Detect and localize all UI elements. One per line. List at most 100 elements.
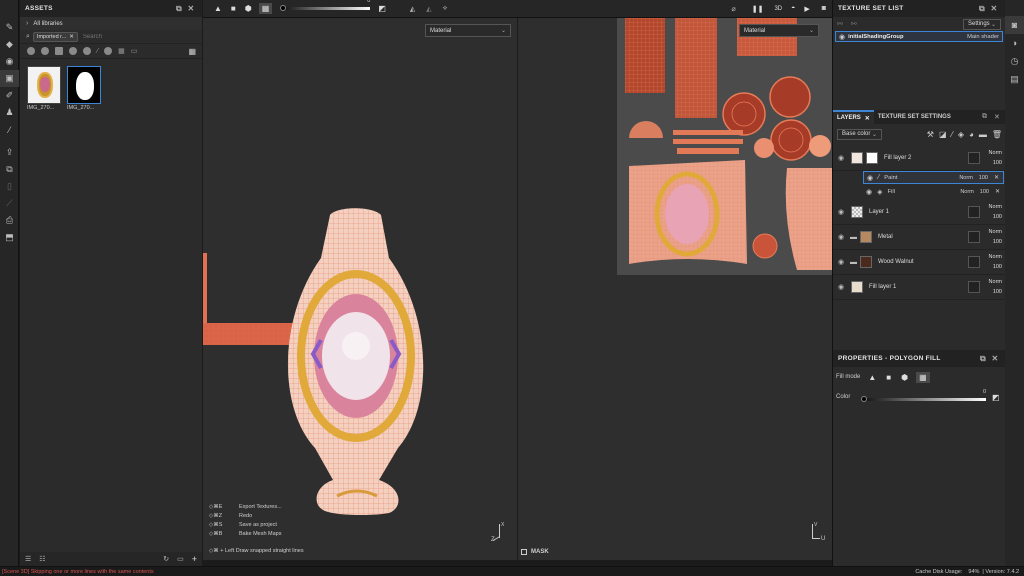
viewport-3d[interactable]: Material ⌄ ◇⌘E Export Textures... ◇⌘Z Redo bbox=[203, 18, 517, 560]
geometry-mask-icon[interactable]: ⧉ bbox=[0, 161, 19, 178]
add-effect-icon[interactable]: ⚒ bbox=[927, 130, 934, 139]
eye-icon[interactable]: ◉ bbox=[839, 33, 845, 41]
blend-mode[interactable]: Norm bbox=[989, 277, 1002, 287]
fill-triangle-icon[interactable]: ▲ bbox=[214, 4, 222, 13]
eraser-icon[interactable]: ◆ bbox=[0, 36, 19, 53]
paint-brush-icon[interactable]: ✎ bbox=[0, 19, 19, 36]
import-list-icon[interactable]: ☰ bbox=[25, 555, 31, 563]
undock-icon[interactable]: ⧉ bbox=[173, 4, 185, 14]
close-icon[interactable]: ✕ bbox=[994, 174, 999, 181]
folder-icon[interactable]: ▭ bbox=[177, 555, 184, 563]
grid-view-icon[interactable]: ▦ bbox=[188, 47, 196, 56]
close-chip-icon[interactable]: ✕ bbox=[69, 34, 74, 40]
history-icon[interactable]: ◷ bbox=[1005, 52, 1024, 70]
trash-tool-icon[interactable]: ▯ bbox=[0, 178, 19, 195]
blend-mode[interactable]: Norm bbox=[989, 202, 1002, 212]
fill-triangle-icon[interactable]: ▲ bbox=[868, 373, 876, 382]
symmetry-icon[interactable]: ◭ bbox=[410, 5, 415, 13]
mask-toggle[interactable]: MASK bbox=[521, 549, 549, 555]
refresh-icon[interactable]: ↻ bbox=[163, 555, 169, 563]
smudge-icon[interactable]: ✐ bbox=[0, 87, 19, 104]
layer-row[interactable]: ◉ ▬ Wood Walnut Norm 100 bbox=[833, 250, 1006, 275]
display-settings-icon[interactable]: ◙ bbox=[1005, 16, 1024, 34]
close-icon[interactable]: ✕ bbox=[185, 4, 197, 13]
close-icon[interactable]: ✕ bbox=[988, 4, 1000, 13]
filter-filter-icon[interactable] bbox=[83, 47, 91, 55]
texture-set-item[interactable]: ◉ initialShadingGroup Main shader bbox=[835, 31, 1003, 42]
layer-row[interactable]: ◉ Fill layer 2 Norm 100 bbox=[833, 146, 1006, 171]
slider-handle[interactable] bbox=[861, 396, 867, 402]
viewport-settings-icon[interactable]: ⌀ bbox=[732, 5, 736, 13]
asset-item[interactable]: IMG_270... bbox=[27, 66, 61, 111]
layer-opacity[interactable]: 100 bbox=[989, 158, 1002, 168]
clone-stamp-icon[interactable]: ♟ bbox=[0, 104, 19, 121]
polygon-fill-icon[interactable]: ▣ bbox=[0, 70, 19, 87]
search-input[interactable] bbox=[82, 33, 173, 40]
eye-icon[interactable]: ◉ bbox=[835, 154, 847, 162]
split-view-icon[interactable]: 3D bbox=[774, 6, 782, 12]
close-icon[interactable]: ✕ bbox=[865, 115, 870, 122]
material-view-icon[interactable]: ◓ bbox=[791, 5, 795, 12]
eye-icon[interactable]: ◉ bbox=[867, 174, 873, 182]
transform-icon[interactable]: ⟡ bbox=[443, 5, 448, 13]
layer-row[interactable]: ◉ Layer 1 Norm 100 bbox=[833, 200, 1006, 225]
pause-icon[interactable]: ❚❚ bbox=[752, 5, 764, 13]
add-smart-material-icon[interactable]: ◕ bbox=[969, 130, 974, 139]
sub-layer-row[interactable]: ◉ ◈ Fill Norm 100 ✕ bbox=[863, 185, 1004, 198]
layer-opacity[interactable]: 100 bbox=[989, 237, 1002, 247]
channel-dropdown[interactable]: Base color ⌄ bbox=[837, 128, 882, 140]
eye-icon[interactable]: ◉ bbox=[866, 188, 872, 196]
breadcrumb[interactable]: › All libraries bbox=[20, 17, 202, 30]
blend-mode[interactable]: Norm bbox=[989, 148, 1002, 158]
filter-smart-material-icon[interactable] bbox=[55, 47, 63, 55]
eye-icon[interactable]: ◉ bbox=[835, 208, 847, 216]
shader-settings-icon[interactable]: ◑ bbox=[1005, 34, 1024, 52]
camera-icon[interactable]: ⬒ bbox=[0, 229, 19, 246]
layer-opacity[interactable]: 100 bbox=[989, 262, 1002, 272]
delete-layer-icon[interactable]: 🗑 bbox=[992, 130, 1002, 139]
sub-layer-row[interactable]: ◉ ⁄ Paint Norm 100 ✕ bbox=[863, 171, 1004, 184]
mask-slot[interactable] bbox=[968, 281, 980, 293]
slider-handle[interactable] bbox=[280, 5, 287, 11]
viewport-2d[interactable]: Material ⌄ MASK V U bbox=[518, 18, 832, 560]
color-swap-icon[interactable]: ◩ bbox=[992, 393, 1000, 402]
layer-mask-thumbnail[interactable] bbox=[866, 152, 878, 164]
eye-icon[interactable]: ◉ bbox=[835, 233, 847, 241]
layer-row[interactable]: ◉ ▬ Metal Norm 100 bbox=[833, 225, 1006, 250]
close-icon[interactable]: ✕ bbox=[995, 188, 1000, 195]
filter-texture-icon[interactable]: ▦ bbox=[118, 47, 125, 55]
filter-image-icon[interactable]: ▭ bbox=[131, 47, 138, 55]
filter-material-icon[interactable] bbox=[41, 47, 49, 55]
settings-dropdown[interactable]: Settings ⌄ bbox=[963, 18, 1001, 30]
filter-environment-icon[interactable] bbox=[104, 47, 113, 55]
close-icon[interactable]: ✕ bbox=[989, 354, 1001, 363]
eye-icon[interactable]: ◉ bbox=[835, 283, 847, 291]
mask-slot[interactable] bbox=[968, 206, 980, 218]
log-icon[interactable]: ▤ bbox=[1005, 70, 1024, 88]
layer-blend[interactable]: Norm 100 bbox=[989, 148, 1002, 168]
toolbar-slider[interactable]: 0 bbox=[280, 0, 371, 11]
color-slider[interactable]: 0 bbox=[861, 389, 986, 402]
filter-brush-icon[interactable]: ⁄ bbox=[97, 48, 98, 55]
fill-object-icon[interactable]: ⬢ bbox=[245, 4, 252, 13]
undock-icon[interactable]: ⧉ bbox=[982, 113, 994, 121]
fill-uv-icon[interactable]: ▦ bbox=[258, 3, 273, 14]
add-folder-icon[interactable]: ▬ bbox=[979, 130, 987, 139]
mask-slot[interactable] bbox=[968, 231, 980, 243]
filter-all-icon[interactable] bbox=[27, 47, 35, 55]
color-swap-icon[interactable]: ◩ bbox=[378, 4, 386, 13]
add-mask-icon[interactable]: ◪ bbox=[939, 130, 947, 139]
layer-opacity[interactable]: 100 bbox=[980, 189, 989, 195]
layer-opacity[interactable]: 100 bbox=[989, 287, 1002, 297]
measure-icon[interactable]: ⟋ bbox=[0, 195, 19, 212]
tab-layers[interactable]: LAYERS ✕ bbox=[833, 110, 874, 124]
uv-tile-icon[interactable]: ⚯ bbox=[851, 20, 857, 28]
layer-blend[interactable]: Norm 100 bbox=[989, 202, 1002, 222]
export-icon[interactable]: ⎙ bbox=[0, 212, 19, 229]
checkbox-icon[interactable] bbox=[521, 549, 527, 555]
undock-icon[interactable]: ⧉ bbox=[977, 354, 989, 364]
mask-slot[interactable] bbox=[968, 256, 980, 268]
mask-slot[interactable] bbox=[968, 152, 980, 164]
library-icon[interactable]: ☷ bbox=[39, 555, 45, 563]
fill-uv-icon[interactable]: ▦ bbox=[916, 371, 930, 383]
